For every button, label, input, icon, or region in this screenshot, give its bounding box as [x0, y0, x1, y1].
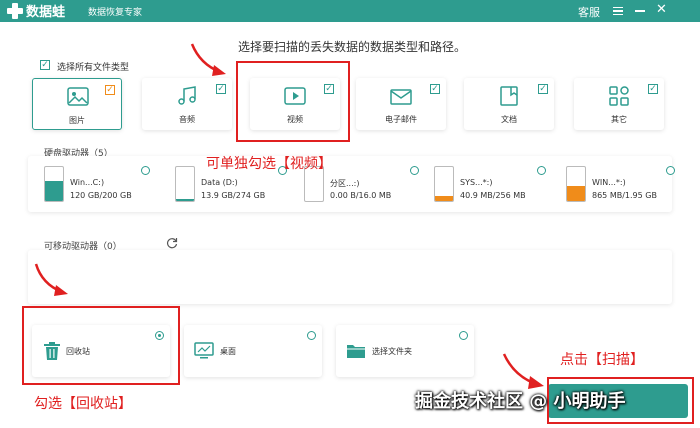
drive-radio[interactable]: [141, 166, 150, 175]
select-all-checkbox[interactable]: ✓: [40, 60, 50, 70]
annotation-box-video: [236, 61, 350, 142]
file-type-document[interactable]: ✓ 文档: [464, 78, 554, 130]
close-icon[interactable]: ✕: [656, 3, 667, 17]
customer-service-link[interactable]: 客服: [578, 4, 600, 20]
drive-icon: [175, 166, 195, 202]
file-type-image[interactable]: ✓ 图片: [32, 78, 122, 130]
drive-icon: [434, 166, 454, 202]
title-bar: 数据蛙 数据恢复专家 客服 ✕: [0, 0, 700, 22]
logo-cross-icon: [6, 2, 24, 20]
mail-icon: [390, 89, 412, 105]
desktop-icon: [194, 342, 214, 359]
removable-drives-panel: [28, 250, 672, 304]
drive-name: 分区...:): [330, 179, 360, 188]
image-checkbox[interactable]: ✓: [105, 85, 115, 95]
app-logo: [6, 2, 24, 20]
drive-icon: [44, 166, 64, 202]
drive-size: 0.00 B/16.0 MB: [330, 191, 392, 200]
document-checkbox[interactable]: ✓: [538, 84, 548, 94]
document-icon: [500, 86, 518, 106]
image-icon: [67, 87, 89, 106]
file-type-other[interactable]: ✓ 其它: [574, 78, 664, 130]
menu-icon[interactable]: [613, 7, 623, 15]
location-desktop[interactable]: 桌面: [184, 325, 322, 377]
page-title: 选择要扫描的丢失数据的数据类型和路径。: [238, 40, 467, 54]
drive-radio[interactable]: [537, 166, 546, 175]
minimize-icon[interactable]: [635, 10, 645, 12]
location-label: 桌面: [220, 347, 236, 356]
annotation-box-recycle: [22, 306, 180, 385]
drive-radio[interactable]: [410, 166, 419, 175]
drive-name: Win...C:): [70, 178, 105, 187]
file-type-label: 图片: [69, 116, 85, 125]
folder-icon: [347, 345, 365, 358]
app-subtitle: 数据恢复专家: [88, 8, 143, 18]
app-name: 数据蛙: [26, 5, 66, 20]
drive-icon: [566, 166, 586, 202]
other-checkbox[interactable]: ✓: [648, 84, 658, 94]
drive-size: 40.9 MB/256 MB: [460, 191, 526, 200]
music-icon: [178, 86, 196, 105]
location-choose-folder[interactable]: 选择文件夹: [336, 325, 474, 377]
file-type-label: 音频: [179, 115, 195, 124]
file-type-audio[interactable]: ✓ 音频: [142, 78, 232, 130]
audio-checkbox[interactable]: ✓: [216, 84, 226, 94]
annotation-arrow-icon: [34, 263, 68, 296]
drive-name: WIN...*:): [592, 178, 626, 187]
email-checkbox[interactable]: ✓: [430, 84, 440, 94]
desktop-radio[interactable]: [307, 331, 316, 340]
file-type-email[interactable]: ✓ 电子邮件: [356, 78, 446, 130]
drive-size: 120 GB/200 GB: [70, 191, 132, 200]
annotation-video-text: 可单独勾选【视频】: [206, 156, 332, 172]
file-type-label: 电子邮件: [385, 115, 417, 124]
drive-size: 865 MB/1.95 GB: [592, 191, 657, 200]
annotation-arrow-icon: [502, 353, 544, 389]
watermark: 掘金技术社区 @ 小明助手: [415, 391, 626, 412]
drive-item[interactable]: SYS...*:) 40.9 MB/256 MB: [434, 162, 554, 206]
drive-name: SYS...*:): [460, 178, 493, 187]
annotation-recycle-text: 勾选【回收站】: [34, 396, 132, 412]
drive-radio[interactable]: [666, 166, 675, 175]
location-label: 选择文件夹: [372, 347, 412, 356]
choose-folder-radio[interactable]: [459, 331, 468, 340]
other-icon: [609, 86, 629, 106]
refresh-icon[interactable]: [166, 237, 178, 249]
file-type-label: 其它: [611, 115, 627, 124]
annotation-scan-text: 点击【扫描】: [560, 352, 644, 368]
file-type-label: 文档: [501, 115, 517, 124]
drive-size: 13.9 GB/274 GB: [201, 191, 266, 200]
select-all-label: 选择所有文件类型: [57, 63, 130, 73]
drive-name: Data (D:): [201, 178, 238, 187]
annotation-arrow-icon: [190, 43, 226, 76]
